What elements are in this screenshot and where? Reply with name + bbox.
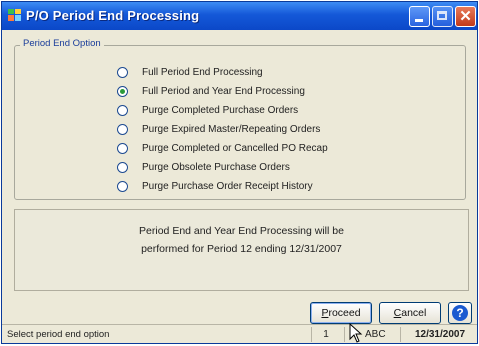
option-label: Purge Obsolete Purchase Orders	[142, 161, 290, 173]
option-purge-receipt-history[interactable]: Purge Purchase Order Receipt History	[117, 179, 313, 193]
title-bar[interactable]: P/O Period End Processing ✕	[2, 2, 477, 30]
close-glyph: ✕	[459, 8, 472, 25]
option-full-period-end[interactable]: Full Period End Processing	[117, 65, 263, 79]
maximize-icon[interactable]	[432, 6, 453, 27]
option-label: Purge Purchase Order Receipt History	[142, 180, 313, 192]
radio-button-selected[interactable]	[117, 85, 128, 97]
radio-button[interactable]	[117, 123, 128, 135]
status-cell-company: ABC	[344, 323, 394, 343]
proceed-button[interactable]: Proceed	[310, 302, 372, 324]
help-button[interactable]: ?	[448, 302, 472, 324]
cancel-button[interactable]: Cancel	[379, 302, 441, 324]
option-label: Purge Completed or Cancelled PO Recap	[142, 142, 328, 154]
status-date: 12/31/2007	[400, 327, 479, 342]
minimize-icon[interactable]	[409, 6, 430, 27]
option-purge-po-recap[interactable]: Purge Completed or Cancelled PO Recap	[117, 141, 328, 155]
option-purge-expired-master[interactable]: Purge Expired Master/Repeating Orders	[117, 122, 320, 136]
option-label: Full Period End Processing	[142, 66, 263, 78]
company-code: ABC	[365, 329, 386, 340]
status-cell-1: 1	[311, 327, 340, 342]
proceed-label: roceed	[328, 307, 361, 319]
radio-button[interactable]	[117, 161, 128, 173]
cancel-label: ancel	[401, 307, 427, 319]
option-label: Full Period and Year End Processing	[142, 85, 305, 97]
status-message: Select period end option	[7, 329, 110, 340]
mouse-pointer-icon	[349, 323, 363, 343]
radio-button[interactable]	[117, 180, 128, 192]
radio-button[interactable]	[117, 66, 128, 78]
option-label: Purge Expired Master/Repeating Orders	[142, 123, 321, 135]
option-label: Purge Completed Purchase Orders	[142, 104, 299, 116]
option-full-period-and-year-end[interactable]: Full Period and Year End Processing	[117, 84, 305, 98]
status-bar: Select period end option 1 ABC 12/31/200…	[2, 323, 479, 344]
app-grid-icon	[8, 9, 21, 21]
info-panel: Period End and Year End Processing will …	[14, 209, 469, 291]
option-purge-completed-po[interactable]: Purge Completed Purchase Orders	[117, 103, 298, 117]
info-line-2: performed for Period 12 ending 12/31/200…	[141, 243, 342, 255]
help-icon: ?	[452, 305, 468, 321]
radio-button[interactable]	[117, 104, 128, 116]
info-line-1: Period End and Year End Processing will …	[139, 225, 344, 237]
radio-button[interactable]	[117, 142, 128, 154]
group-legend: Period End Option	[20, 38, 104, 49]
window-title: P/O Period End Processing	[26, 8, 200, 23]
option-purge-obsolete-po[interactable]: Purge Obsolete Purchase Orders	[117, 160, 290, 174]
close-icon[interactable]: ✕	[455, 6, 476, 27]
dialog-window: P/O Period End Processing ✕ Period End O…	[1, 1, 478, 344]
